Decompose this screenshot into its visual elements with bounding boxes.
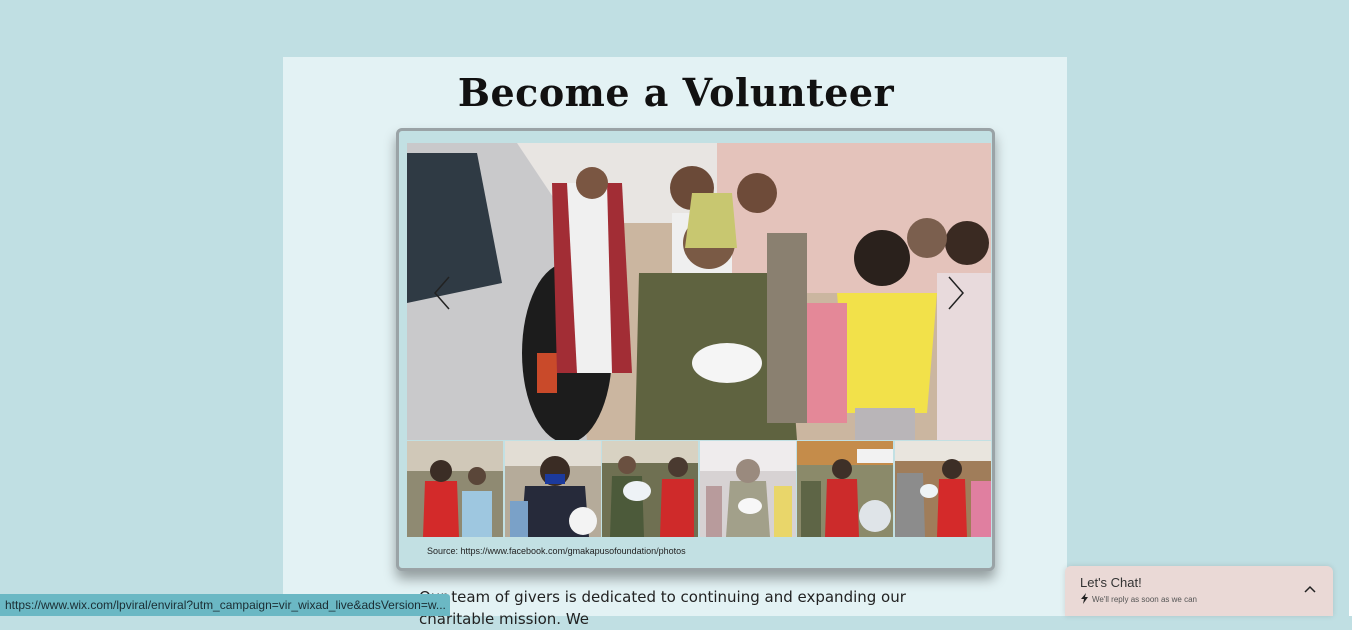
main-photo[interactable] (407, 143, 991, 440)
status-bar-url: https://www.wix.com/lpviral/enviral?utm_… (0, 594, 450, 616)
thumbnail[interactable] (894, 441, 991, 537)
thumbnail[interactable] (602, 441, 699, 537)
thumbnail[interactable] (407, 441, 503, 537)
thumbnail[interactable] (797, 441, 894, 537)
chat-title: Let's Chat! (1080, 575, 1142, 590)
lightning-icon (1081, 593, 1088, 604)
chevron-right-icon[interactable] (941, 273, 971, 313)
page-title: Become a Volunteer (457, 70, 895, 115)
chat-widget[interactable]: Let's Chat! We'll reply as soon as we ca… (1065, 566, 1333, 616)
thumbnail[interactable] (699, 441, 796, 537)
chevron-left-icon[interactable] (427, 273, 457, 313)
chevron-up-icon[interactable] (1303, 584, 1317, 594)
photo-gallery: Source: https://www.facebook.com/gmakapu… (396, 128, 995, 571)
intro-paragraph: Our team of givers is dedicated to conti… (419, 588, 906, 628)
photo-source-caption: Source: https://www.facebook.com/gmakapu… (427, 546, 686, 556)
thumbnail[interactable] (504, 441, 601, 537)
chat-subtitle: We'll reply as soon as we can (1092, 595, 1197, 604)
thumbnail-strip (407, 441, 991, 537)
